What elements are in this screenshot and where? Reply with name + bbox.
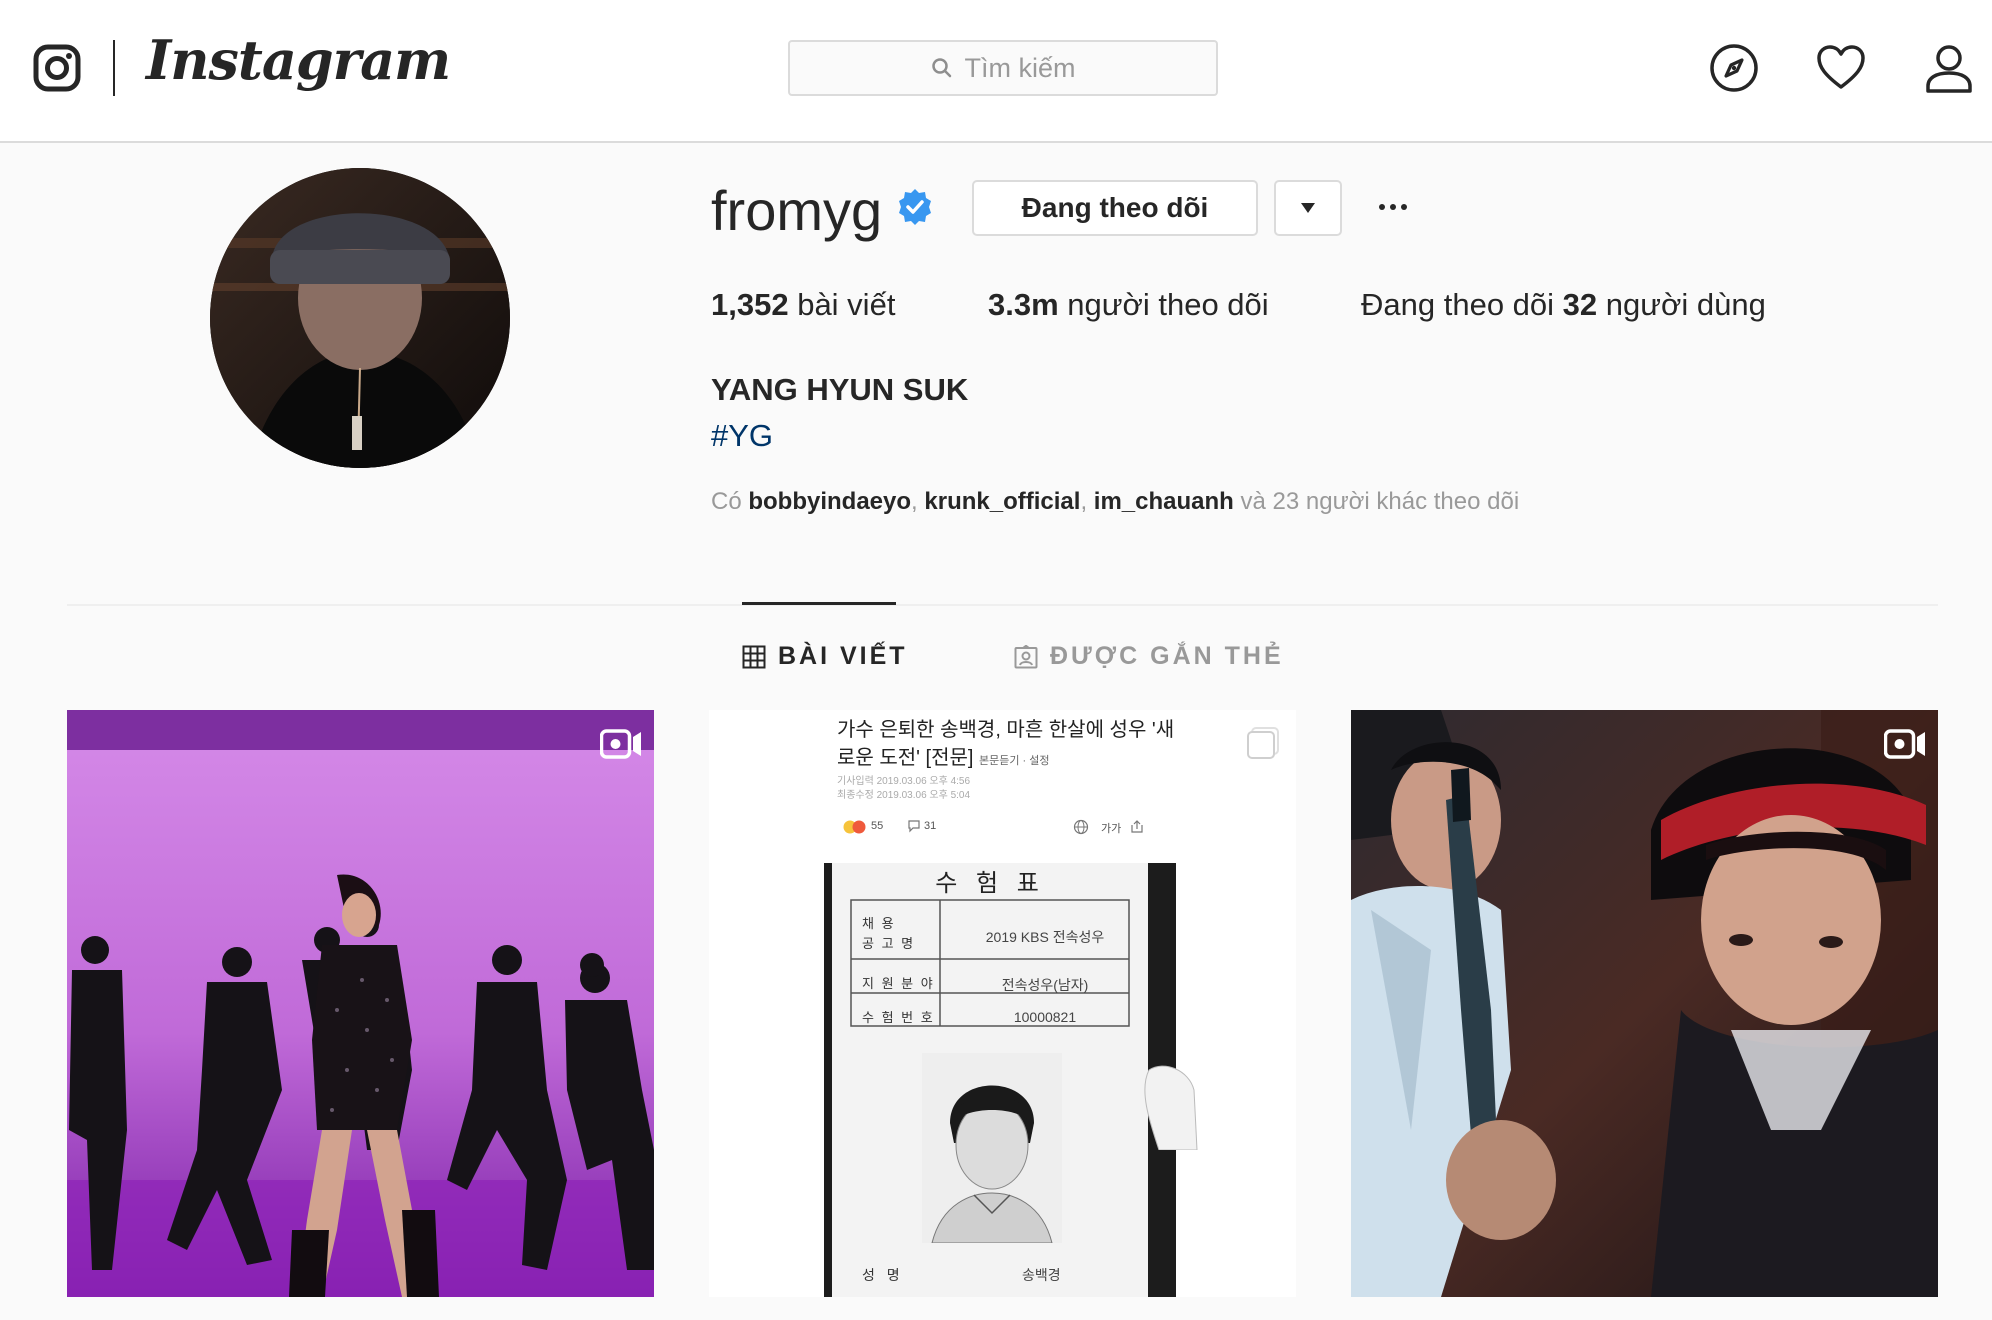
exam-ticket-title: 수 험 표 xyxy=(935,870,1045,897)
heart-icon[interactable] xyxy=(1815,42,1867,94)
search-input[interactable]: Tìm kiếm xyxy=(788,40,1218,96)
tab-tagged[interactable]: ĐƯỢC GẮN THẺ xyxy=(1014,642,1284,671)
news-date-published: 기사입력 2019.03.06 오후 4:56 xyxy=(837,776,971,787)
profile-avatar[interactable] xyxy=(210,168,510,468)
bio-hashtag-link[interactable]: #YG xyxy=(711,418,773,454)
followed-by-prefix: Có xyxy=(711,488,742,515)
followers-count-stat[interactable]: 3.3m người theo dõi xyxy=(988,287,1269,323)
dot-icon xyxy=(1401,204,1407,210)
following-prefix: Đang theo dõi xyxy=(1361,287,1555,322)
caret-down-icon xyxy=(1301,203,1315,213)
dot-icon xyxy=(1390,204,1396,210)
followers-count: 3.3m xyxy=(988,287,1059,322)
music-video-thumbnail xyxy=(1351,710,1938,1297)
search-placeholder: Tìm kiếm xyxy=(964,52,1076,83)
id-photo xyxy=(922,1053,1062,1243)
followed-by-text[interactable]: Có bobbyindaeyo, krunk_official, im_chau… xyxy=(711,488,1519,516)
holding-hand xyxy=(1144,1065,1198,1150)
reaction-count: 55 xyxy=(871,820,884,832)
following-button[interactable]: Đang theo dõi xyxy=(972,180,1258,236)
followed-by-user: bobbyindaeyo xyxy=(748,488,912,515)
news-headline: 가수 은퇴한 송백경, 마흔 한살에 성우 '새 로운 도전' [전문] 본문듣… xyxy=(837,719,1175,769)
video-icon xyxy=(600,729,641,759)
compass-icon[interactable] xyxy=(1708,42,1760,94)
post-thumbnail[interactable]: 가수 은퇴한 송백경, 마흔 한살에 성우 '새 로운 도전' [전문] 본문듣… xyxy=(709,710,1296,1297)
grid-icon xyxy=(742,645,766,668)
active-tab-indicator xyxy=(742,602,896,605)
dance-video-thumbnail xyxy=(67,710,654,1297)
followed-by-suffix: và 23 người khác theo dõi xyxy=(1240,488,1520,515)
tab-posts[interactable]: BÀI VIẾT xyxy=(742,642,908,671)
posts-label: bài viết xyxy=(797,287,896,322)
globe-icon xyxy=(1073,819,1089,835)
more-options-button[interactable] xyxy=(1372,186,1414,228)
instagram-camera-icon[interactable] xyxy=(33,44,81,92)
tagged-user-icon xyxy=(1014,644,1038,668)
search-icon xyxy=(931,58,951,78)
share-icon xyxy=(1131,820,1143,833)
following-count: 32 xyxy=(1562,287,1598,322)
top-navigation-bar: Instagram Tìm kiếm xyxy=(0,0,1992,143)
carousel-icon xyxy=(1247,727,1279,759)
following-suffix: người dùng xyxy=(1605,287,1766,322)
user-icon[interactable] xyxy=(1923,42,1975,94)
exam-name-value: 송백경 xyxy=(1022,1267,1061,1283)
font-size-tool: 가가 xyxy=(1101,823,1122,835)
video-icon xyxy=(1884,729,1925,759)
dot-icon xyxy=(1379,204,1385,210)
avatar-photo xyxy=(210,168,510,468)
comment-icon xyxy=(908,820,920,833)
tab-tagged-label: ĐƯỢC GẮN THẺ xyxy=(1050,642,1284,670)
suggested-dropdown-button[interactable] xyxy=(1274,180,1342,236)
followed-by-user: krunk_official xyxy=(924,488,1081,515)
followed-by-user: im_chauanh xyxy=(1093,488,1234,515)
verified-badge-icon xyxy=(899,189,931,225)
post-thumbnail[interactable] xyxy=(67,710,654,1297)
post-thumbnail[interactable] xyxy=(1351,710,1938,1297)
exam-name-label: 성 명 xyxy=(862,1267,904,1283)
reaction-emoji-icon xyxy=(843,820,866,834)
logo-divider xyxy=(113,40,115,96)
tabs-divider xyxy=(67,604,1938,606)
instagram-wordmark[interactable]: Instagram xyxy=(146,28,451,92)
followers-label: người theo dõi xyxy=(1067,287,1269,322)
exam-ticket-paper: 수 험 표 채 용 공 고 명 2019 KBS 전속성우 지 원 분 야 전속… xyxy=(832,863,1148,1297)
posts-count: 1,352 xyxy=(711,287,789,322)
profile-username: fromyg xyxy=(711,179,883,242)
posts-count-stat: 1,352 bài viết xyxy=(711,287,895,323)
news-date-updated: 최종수정 2019.03.06 오후 5:04 xyxy=(837,790,971,801)
tab-posts-label: BÀI VIẾT xyxy=(778,642,908,670)
profile-full-name: YANG HYUN SUK xyxy=(711,372,969,407)
comment-count: 31 xyxy=(924,820,937,832)
following-count-stat[interactable]: Đang theo dõi 32 người dùng xyxy=(1361,287,1766,323)
exam-ticket-photo: 수 험 표 채 용 공 고 명 2019 KBS 전속성우 지 원 분 야 전속… xyxy=(824,863,1176,1297)
